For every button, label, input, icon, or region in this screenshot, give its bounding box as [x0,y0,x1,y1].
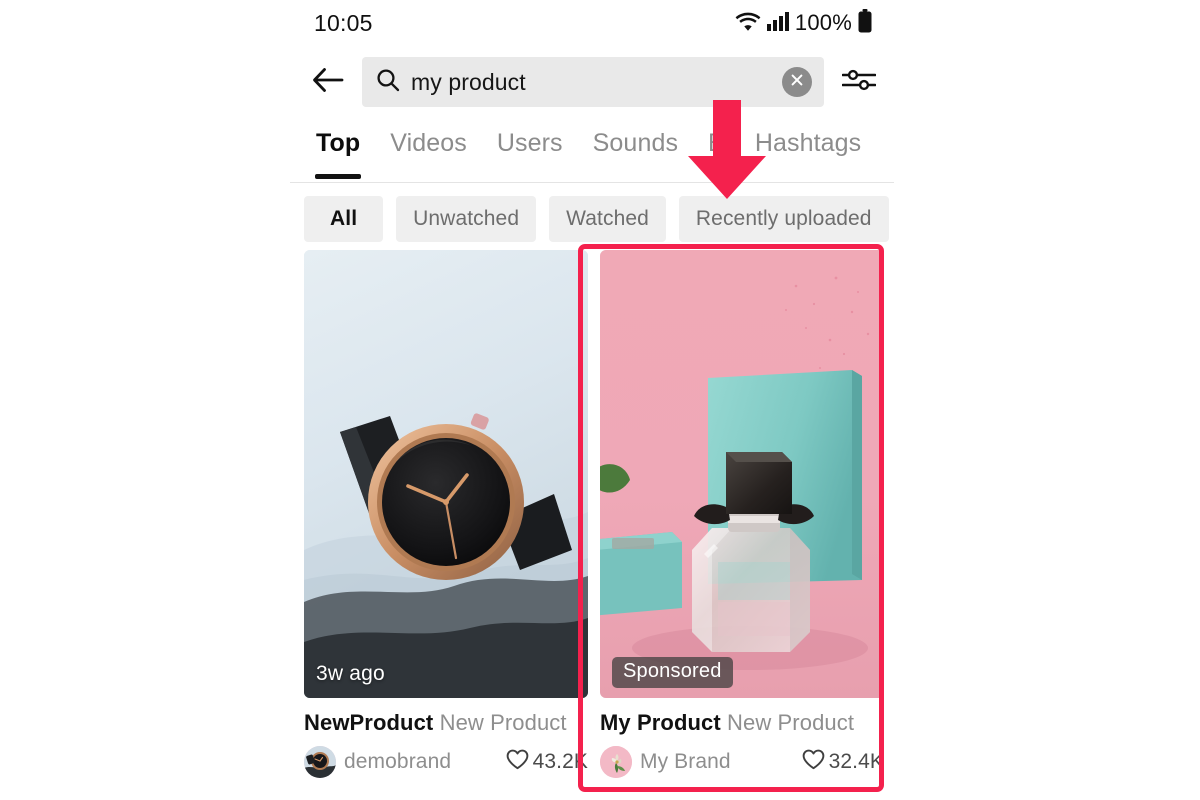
result-meta: demobrand 43.2K [304,746,588,778]
result-title-rest: New Product [439,710,567,735]
video-thumbnail[interactable]: Sponsored [600,250,884,698]
flower-avatar [600,746,632,778]
like-count-group: 43.2K [506,749,588,775]
search-result-tabs: Top Videos Users Sounds E Hashtags [290,126,894,184]
close-icon [789,72,805,93]
tab-videos[interactable]: Videos [390,126,467,158]
result-title: NewProduct New Product [304,710,588,736]
back-arrow-icon [311,66,345,99]
watch-avatar [304,746,336,778]
result-title: My Product New Product [600,710,884,736]
search-input[interactable]: my product [362,57,824,107]
tab-top[interactable]: Top [314,126,362,179]
tab-users[interactable]: Users [497,126,563,158]
upload-time-label: 3w ago [316,662,385,685]
result-card[interactable]: 3w ago NewProduct New Product demobrand … [304,250,588,778]
battery-percent-label: 100% [794,10,852,35]
phone-screen: 10:05 100% my product Top Videos Users S… [290,0,894,800]
clear-search-button[interactable] [782,67,812,97]
avatar[interactable] [600,746,632,778]
sliders-icon [841,67,877,98]
chip-all[interactable]: All [304,196,384,242]
heart-icon [802,749,825,775]
tab-hashtags[interactable]: Hashtags [755,126,861,158]
back-button[interactable] [308,62,348,102]
search-icon [376,68,400,97]
like-count-group: 32.4K [802,749,884,775]
chip-recently-uploaded[interactable]: Recently uploaded [678,196,889,242]
result-title-bold: NewProduct [304,710,434,735]
result-author[interactable]: demobrand [344,750,498,774]
wristwatch-photo [304,250,588,698]
status-indicators: 100% [735,8,872,38]
like-count: 32.4K [828,750,884,773]
tabs-divider [290,182,894,183]
tab-sounds[interactable]: Sounds [593,126,678,158]
battery-icon [858,8,872,38]
chip-unwatched[interactable]: Unwatched [396,196,537,242]
tab-live[interactable]: E [708,126,725,158]
result-card[interactable]: Sponsored My Product New Product My Bran… [600,250,884,778]
chip-watched[interactable]: Watched [549,196,666,242]
video-thumbnail[interactable]: 3w ago [304,250,588,698]
avatar[interactable] [304,746,336,778]
perfume-bottle-photo [600,250,884,698]
cellular-signal-icon [766,11,789,36]
filter-button[interactable] [838,61,880,103]
result-author[interactable]: My Brand [640,750,794,774]
sponsored-badge: Sponsored [612,657,733,688]
heart-icon [506,749,529,775]
results-grid: 3w ago NewProduct New Product demobrand … [290,250,894,778]
filter-chip-row: All Unwatched Watched Recently uploaded [290,196,894,242]
search-bar-row: my product [290,54,894,110]
status-time: 10:05 [314,9,373,36]
like-count: 43.2K [532,750,588,773]
result-meta: My Brand 32.4K [600,746,884,778]
result-title-bold: My Product [600,710,721,735]
wifi-icon [735,11,761,36]
search-query-text[interactable]: my product [411,69,771,96]
result-title-rest: New Product [727,710,855,735]
status-bar: 10:05 100% [290,0,894,46]
